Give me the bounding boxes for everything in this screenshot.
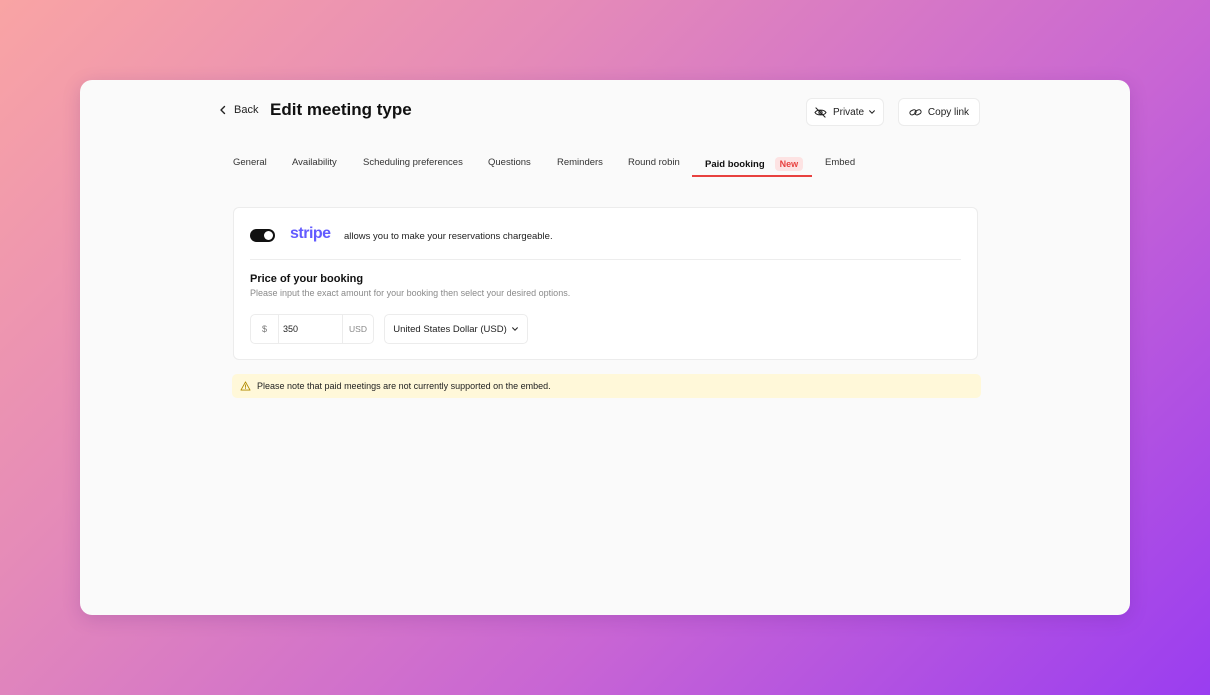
tab-embed[interactable]: Embed (825, 157, 855, 168)
price-unit: USD (349, 324, 367, 334)
chevron-down-icon (869, 110, 875, 114)
tab-round-robin[interactable]: Round robin (628, 157, 680, 168)
copy-link-label: Copy link (927, 106, 970, 118)
active-tab-indicator (692, 175, 812, 177)
back-button[interactable]: Back (218, 104, 258, 116)
warning-icon (240, 381, 251, 391)
page-header: Back Edit meeting type Private Copy link (218, 98, 980, 128)
tab-paid-booking-label: Paid booking (705, 159, 765, 170)
price-input-group: $ 350 USD (250, 314, 374, 344)
price-description: Please input the exact amount for your b… (250, 288, 571, 298)
tab-general[interactable]: General (233, 157, 267, 168)
stripe-toggle[interactable] (250, 229, 275, 242)
tab-paid-booking[interactable]: Paid booking New (705, 157, 804, 171)
visibility-dropdown[interactable]: Private (806, 98, 884, 126)
tab-reminders[interactable]: Reminders (557, 157, 603, 168)
link-icon (909, 108, 922, 115)
visibility-label: Private (832, 106, 865, 118)
currency-selected-label: United States Dollar (USD) (393, 323, 507, 335)
price-title: Price of your booking (250, 273, 364, 285)
page-title: Edit meeting type (270, 100, 412, 119)
tab-scheduling-preferences[interactable]: Scheduling preferences (363, 157, 463, 168)
eye-off-icon (814, 106, 827, 118)
notice-text: Please note that paid meetings are not c… (257, 381, 551, 391)
tab-availability[interactable]: Availability (292, 157, 337, 168)
new-badge: New (774, 157, 804, 171)
chevron-left-icon (220, 105, 226, 115)
currency-symbol: $ (251, 315, 279, 343)
tab-bar: General Availability Scheduling preferen… (233, 157, 873, 177)
tab-questions[interactable]: Questions (488, 157, 531, 168)
back-label: Back (234, 104, 259, 116)
copy-link-button[interactable]: Copy link (898, 98, 980, 126)
stripe-description: allows you to make your reservations cha… (344, 231, 553, 242)
paid-booking-card: stripe allows you to make your reservati… (233, 207, 978, 360)
stripe-logo: stripe (290, 225, 331, 242)
embed-warning-notice: Please note that paid meetings are not c… (232, 374, 981, 398)
main-window: Back Edit meeting type Private Copy link… (80, 80, 1130, 615)
card-divider (250, 259, 961, 260)
chevron-down-icon (511, 327, 518, 331)
currency-select[interactable]: United States Dollar (USD) (384, 314, 528, 344)
price-amount-input[interactable]: 350 (279, 315, 343, 343)
